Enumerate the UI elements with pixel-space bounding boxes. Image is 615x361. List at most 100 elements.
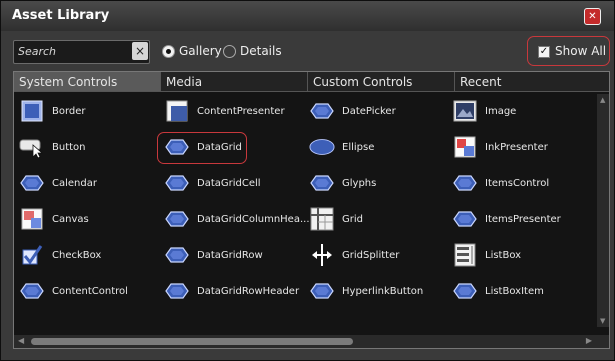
search-box: × [13,40,150,64]
control-icon [309,279,335,303]
control-icon [309,99,335,123]
asset-item-calendar[interactable]: Calendar [19,171,97,195]
asset-item-label: DataGridCell [197,177,261,189]
asset-library-window: Asset Library ✕ × Gallery Details ✓ Show… [0,0,615,361]
asset-item-label: ContentPresenter [197,105,285,117]
asset-item-contentcontrol[interactable]: ContentControl [19,279,128,303]
asset-item-gridsplitter[interactable]: GridSplitter [309,243,399,267]
show-all-label: Show All [555,44,607,58]
asset-item-listbox[interactable]: ListBox [452,243,521,267]
control-icon [19,171,45,195]
asset-item-hyperlinkbutton[interactable]: HyperlinkButton [309,279,423,303]
scroll-up-icon[interactable]: ▲ [600,96,605,104]
asset-item-label: Ellipse [342,141,375,153]
control-icon [452,207,478,231]
asset-item-label: ItemsPresenter [485,213,561,225]
control-icon [452,171,478,195]
category-tabs: System Controls Media Custom Controls Re… [14,72,609,92]
gallery-radio[interactable]: Gallery [162,44,222,58]
radio-unselected-icon [223,44,236,58]
scroll-right-icon[interactable]: ▶ [586,336,592,345]
tab-media[interactable]: Media [161,72,308,92]
scroll-down-icon[interactable]: ▼ [600,317,605,325]
asset-item-label: HyperlinkButton [342,285,424,297]
asset-item-label: DatePicker [342,105,396,117]
scroll-thumb[interactable] [31,338,353,345]
checkbox-checked-icon: ✓ [538,46,550,58]
datagrid-highlight [157,132,247,164]
asset-item-itemscontrol[interactable]: ItemsControl [452,171,549,195]
asset-item-datagridcolumnhea[interactable]: DataGridColumnHea... [164,207,310,231]
close-button[interactable]: ✕ [584,8,601,25]
checkbox-icon [19,243,45,267]
asset-item-label: ContentControl [52,285,128,297]
asset-item-label: Button [52,141,86,153]
control-icon [164,243,190,267]
asset-item-label: Canvas [52,213,89,225]
control-icon [164,207,190,231]
ink-presenter-icon [452,135,478,159]
tab-recent[interactable]: Recent [455,72,609,92]
tab-system-controls[interactable]: System Controls [14,72,161,92]
control-icon [309,171,335,195]
asset-item-canvas[interactable]: Canvas [19,207,89,231]
asset-item-label: Image [485,105,517,117]
show-all-checkbox[interactable]: ✓ Show All [527,36,610,66]
canvas-icon [19,207,45,231]
grid-icon [309,207,335,231]
asset-item-glyphs[interactable]: Glyphs [309,171,376,195]
asset-item-label: Glyphs [342,177,377,189]
title-bar: Asset Library ✕ [1,1,614,31]
listbox-icon [452,243,478,267]
asset-item-label: Border [52,105,86,117]
details-radio[interactable]: Details [223,44,282,58]
asset-item-button[interactable]: Button [19,135,86,159]
control-icon [452,279,478,303]
asset-item-grid[interactable]: Grid [309,207,363,231]
asset-item-datagridrow[interactable]: DataGridRow [164,243,263,267]
button-icon [19,135,45,159]
asset-item-datepicker[interactable]: DatePicker [309,99,396,123]
asset-item-label: CheckBox [52,249,102,261]
tab-custom-controls[interactable]: Custom Controls [308,72,455,92]
asset-item-datagridcell[interactable]: DataGridCell [164,171,261,195]
asset-item-label: ListBoxItem [485,285,544,297]
border-icon [19,99,45,123]
asset-item-label: DataGridRow [197,249,263,261]
asset-item-border[interactable]: Border [19,99,86,123]
clear-search-button[interactable]: × [132,42,148,60]
asset-item-datagridrowheader[interactable]: DataGridRowHeader [164,279,299,303]
scroll-left-icon[interactable]: ◀ [18,336,24,345]
asset-panel: System Controls Media Custom Controls Re… [13,71,610,349]
vertical-scrollbar[interactable]: ▲ ▼ [597,94,609,327]
asset-item-image[interactable]: Image [452,99,516,123]
asset-item-label: Grid [342,213,363,225]
details-label: Details [240,44,282,58]
control-icon [19,279,45,303]
control-icon [164,171,190,195]
search-input[interactable] [18,42,128,60]
asset-grid: Border ContentPresenter DatePicker Image But… [14,94,596,327]
radio-selected-icon [162,44,175,58]
asset-item-inkpresenter[interactable]: InkPresenter [452,135,548,159]
asset-item-listboxitem[interactable]: ListBoxItem [452,279,544,303]
window-title: Asset Library [12,8,110,23]
asset-item-contentpresenter[interactable]: ContentPresenter [164,99,285,123]
asset-item-checkbox[interactable]: CheckBox [19,243,101,267]
ellipse-icon [309,135,335,159]
asset-item-label: GridSplitter [342,249,400,261]
asset-item-ellipse[interactable]: Ellipse [309,135,374,159]
toolbar: × Gallery Details ✓ Show All [1,31,614,71]
asset-item-label: DataGridColumnHea... [197,213,310,225]
image-icon [452,99,478,123]
asset-item-label: Calendar [52,177,97,189]
asset-item-label: DataGridRowHeader [197,285,300,297]
asset-item-itemspresenter[interactable]: ItemsPresenter [452,207,561,231]
horizontal-scrollbar[interactable]: ◀ ▶ [14,335,609,348]
asset-item-label: InkPresenter [485,141,548,153]
content-presenter-icon [164,99,190,123]
grid-splitter-icon [309,243,335,267]
close-icon: ✕ [588,11,597,22]
asset-item-label: ListBox [485,249,522,261]
asset-item-label: ItemsControl [485,177,550,189]
